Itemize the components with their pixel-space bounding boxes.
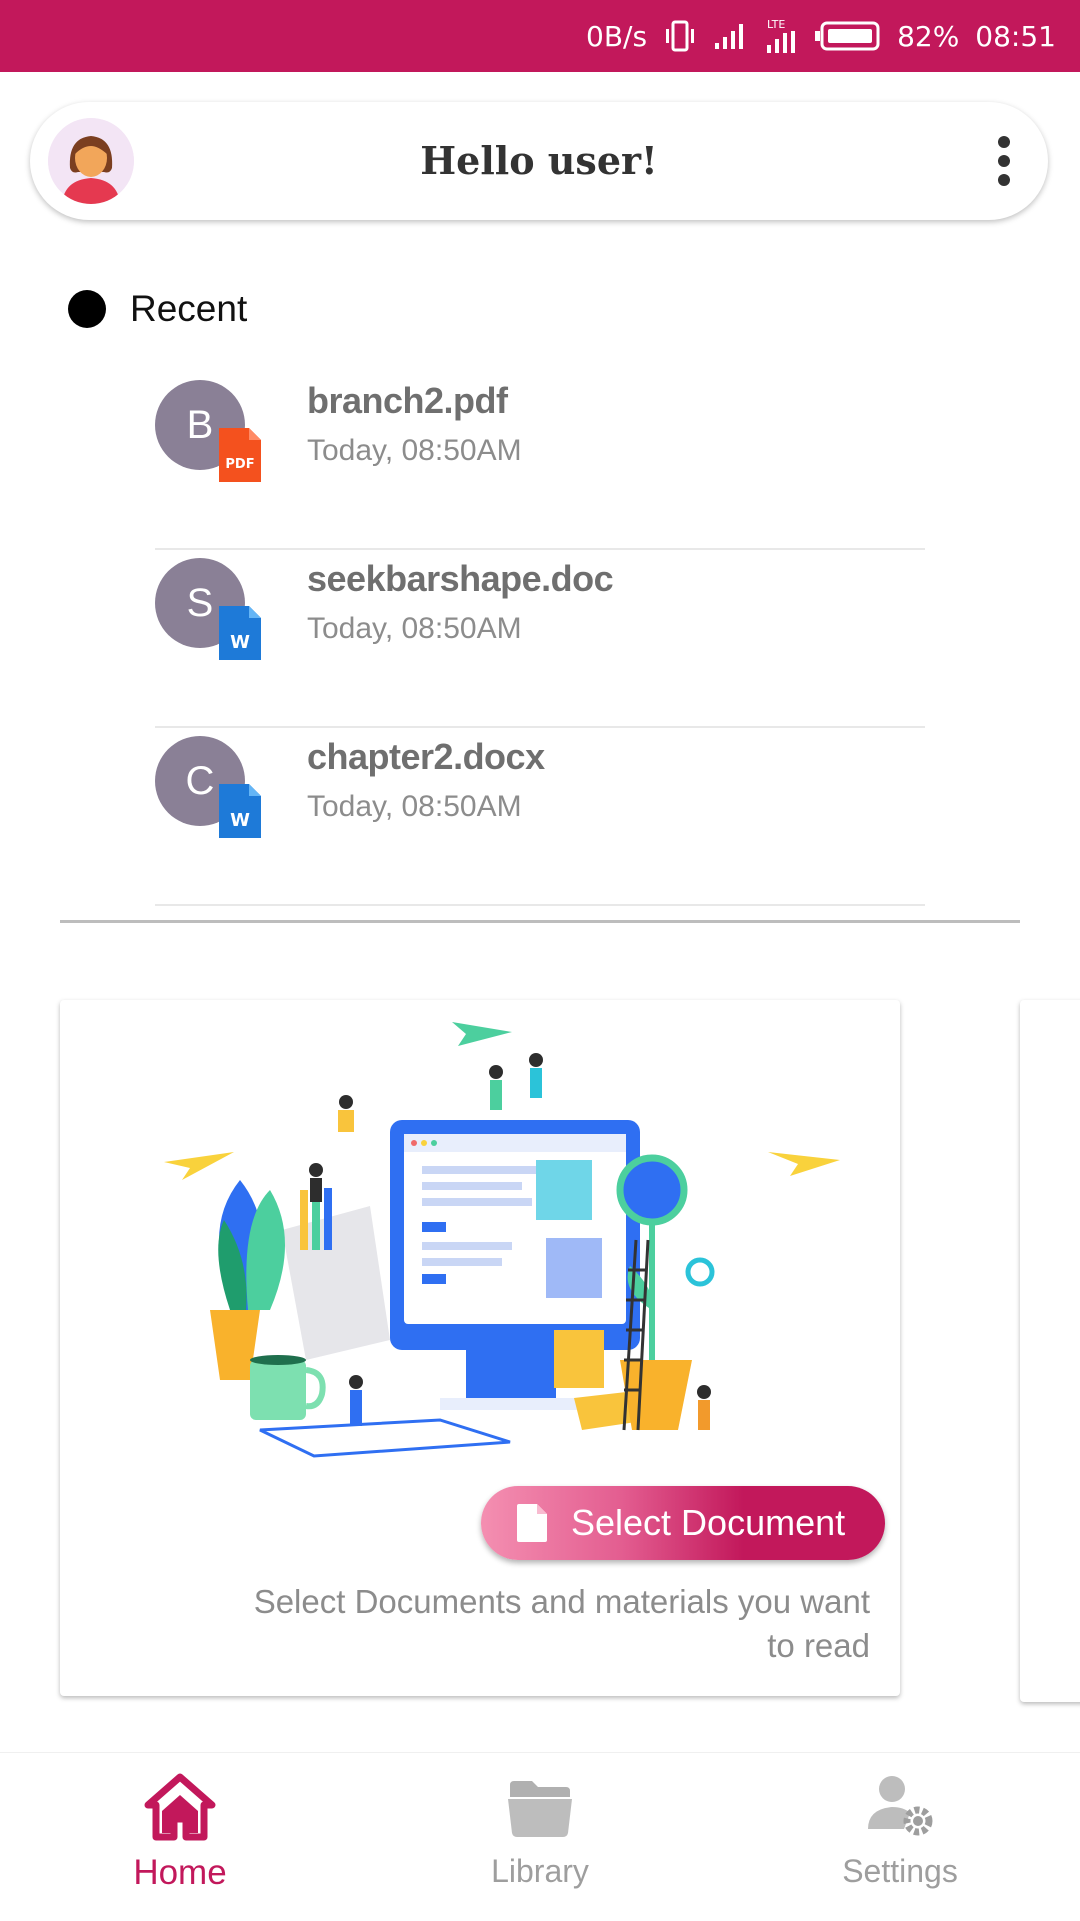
page-title: Hello user!	[420, 138, 658, 183]
recent-list: B PDF branch2.pdf Today, 08:50AM S W see…	[155, 372, 925, 906]
lte-signal-icon: LTE	[763, 17, 799, 55]
bullet-icon	[68, 290, 106, 328]
file-name: seekbarshape.doc	[307, 558, 614, 599]
folder-icon	[508, 1781, 572, 1837]
status-bar: 0B/s LTE 82% 08:51	[0, 0, 1080, 72]
user-settings-icon	[868, 1776, 933, 1836]
bottom-navigation: Home Library Settings	[0, 1752, 1080, 1921]
nav-library-label: Library	[491, 1853, 589, 1889]
network-speed: 0B/s	[586, 19, 648, 53]
next-card[interactable]	[1020, 1000, 1080, 1702]
nav-home[interactable]: Home	[80, 1753, 280, 1921]
svg-text:W: W	[230, 810, 250, 831]
battery-icon	[815, 21, 881, 51]
nav-settings-label: Settings	[842, 1853, 958, 1889]
select-document-button[interactable]: Select Document	[481, 1486, 885, 1560]
document-icon	[517, 1504, 547, 1542]
battery-percent: 82%	[897, 19, 960, 53]
file-timestamp: Today, 08:50AM	[307, 434, 522, 467]
svg-text:PDF: PDF	[225, 457, 254, 472]
svg-text:W: W	[230, 632, 250, 653]
workspace-illustration	[100, 1010, 860, 1470]
list-item[interactable]: C W chapter2.docx Today, 08:50AM	[155, 728, 925, 906]
select-document-card[interactable]: Select Document Select Documents and mat…	[60, 1000, 900, 1696]
list-item[interactable]: B PDF branch2.pdf Today, 08:50AM	[155, 372, 925, 550]
list-item[interactable]: S W seekbarshape.doc Today, 08:50AM	[155, 550, 925, 728]
signal-icon	[713, 21, 747, 51]
section-divider	[60, 920, 1020, 923]
file-timestamp: Today, 08:50AM	[307, 612, 522, 645]
file-timestamp: Today, 08:50AM	[307, 790, 522, 823]
file-name: branch2.pdf	[307, 380, 508, 421]
select-document-label: Select Document	[571, 1502, 846, 1543]
nav-home-label: Home	[133, 1853, 227, 1892]
word-file-icon: W	[219, 606, 261, 660]
word-file-icon: W	[219, 784, 261, 838]
more-vert-icon[interactable]	[994, 136, 1014, 188]
card-description: Select Documents and materials you want …	[253, 1583, 870, 1664]
clock: 08:51	[975, 19, 1056, 53]
recent-label: Recent	[130, 288, 248, 329]
app-header: Hello user!	[30, 102, 1048, 220]
svg-text:LTE: LTE	[767, 18, 785, 31]
file-name: chapter2.docx	[307, 736, 545, 777]
nav-library[interactable]: Library	[440, 1753, 640, 1921]
nav-settings[interactable]: Settings	[800, 1753, 1000, 1921]
vibrate-icon	[663, 19, 697, 53]
home-icon	[144, 1773, 216, 1841]
pdf-file-icon: PDF	[219, 428, 261, 482]
recent-section-header: Recent	[68, 288, 247, 330]
